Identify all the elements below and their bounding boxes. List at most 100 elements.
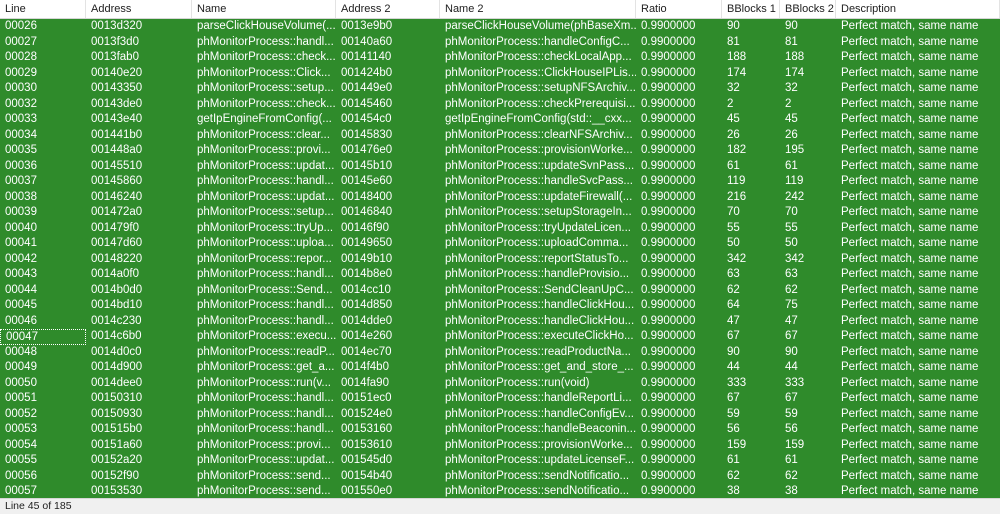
cell-address-2: 0014e260	[341, 330, 393, 342]
table-row[interactable]: 00042 00148220 phMonitorProcess::repor... 0…	[0, 251, 1000, 267]
cell-bblocks-1: 38	[727, 485, 740, 497]
cell-description: Perfect match, same name	[841, 485, 979, 497]
cell-name-2: phMonitorProcess::run(void)	[445, 376, 590, 389]
cell-ratio: 0.9900000	[641, 190, 696, 203]
cell-ratio: 0.9900000	[641, 221, 696, 234]
table-row[interactable]: 00047 0014c6b0 phMonitorProcess::execu... 0…	[0, 329, 1000, 345]
cell-name: parseClickHouseVolume(...	[197, 20, 336, 32]
cell-description: Perfect match, same name	[841, 268, 979, 280]
cell-address-2: 001524e0	[341, 407, 393, 420]
cell-line: 00057	[5, 485, 37, 497]
cell-name: phMonitorProcess::handl...	[197, 392, 334, 404]
table-row[interactable]: 00045 0014bd10 phMonitorProcess::handl... 0…	[0, 298, 1000, 314]
table-row[interactable]: 00056 00152f90 phMonitorProcess::send... 00…	[0, 468, 1000, 484]
cell-address-2: 00146f90	[341, 221, 389, 234]
cell-name-2: phMonitorProcess::tryUpdateLicen...	[445, 221, 632, 234]
cell-bblocks-1: 90	[727, 345, 740, 358]
cell-line: 00051	[5, 392, 37, 404]
table-row[interactable]: 00055 00152a20 phMonitorProcess::updat... 0…	[0, 453, 1000, 469]
table-row[interactable]: 00029 00140e20 phMonitorProcess::Click... 0…	[0, 65, 1000, 81]
column-header-name[interactable]: Name	[192, 0, 336, 18]
table-row[interactable]: 00043 0014a0f0 phMonitorProcess::handl... 0…	[0, 267, 1000, 283]
cell-description: Perfect match, same name	[841, 206, 979, 218]
column-header-description[interactable]: Description	[836, 0, 1000, 18]
cell-bblocks-2: 38	[785, 485, 798, 497]
cell-bblocks-2: 195	[785, 144, 805, 156]
table-row[interactable]: 00041 00147d60 phMonitorProcess::uploa... 0…	[0, 236, 1000, 252]
column-header-bblocks-1[interactable]: BBlocks 1	[722, 0, 780, 18]
cell-bblocks-1: 342	[727, 252, 747, 265]
table-body[interactable]: 00026 0013d320 parseClickHouseVolume(... 00…	[0, 19, 1000, 498]
table-row[interactable]: 00044 0014b0d0 phMonitorProcess::Send... 00…	[0, 282, 1000, 298]
column-header-address-2[interactable]: Address 2	[336, 0, 440, 18]
column-header-name-2[interactable]: Name 2	[440, 0, 636, 18]
cell-line: 00032	[5, 97, 37, 110]
cell-bblocks-2: 90	[785, 345, 798, 358]
cell-name: phMonitorProcess::handl...	[197, 299, 334, 311]
cell-address: 00147d60	[91, 237, 143, 249]
cell-name: phMonitorProcess::handl...	[197, 268, 334, 280]
cell-line: 00054	[5, 438, 37, 451]
column-header-line[interactable]: Line	[0, 0, 86, 18]
cell-name: phMonitorProcess::provi...	[197, 144, 331, 156]
table-row[interactable]: 00057 00153530 phMonitorProcess::send... 00…	[0, 484, 1000, 498]
cell-address: 001472a0	[91, 206, 143, 218]
table-row[interactable]: 00030 00143350 phMonitorProcess::setup... 0…	[0, 81, 1000, 97]
table-row[interactable]: 00027 0013f3d0 phMonitorProcess::handl... 0…	[0, 34, 1000, 50]
table-row[interactable]: 00048 0014d0c0 phMonitorProcess::readP... 0…	[0, 344, 1000, 360]
cell-name-2: phMonitorProcess::provisionWorke...	[445, 438, 633, 451]
cell-address: 0014a0f0	[91, 268, 139, 280]
cell-bblocks-2: 67	[785, 392, 798, 404]
table-row[interactable]: 00038 00146240 phMonitorProcess::updat... 0…	[0, 189, 1000, 205]
cell-line: 00053	[5, 423, 37, 435]
table-row[interactable]: 00026 0013d320 parseClickHouseVolume(... 00…	[0, 19, 1000, 35]
cell-name-2: getIpEngineFromConfig(std::__cxx...	[445, 113, 632, 125]
table-row[interactable]: 00040 001479f0 phMonitorProcess::tryUp... 0…	[0, 220, 1000, 236]
cell-name-2: phMonitorProcess::executeClickHo...	[445, 330, 634, 342]
column-header-bblocks-2[interactable]: BBlocks 2	[780, 0, 836, 18]
column-header-ratio[interactable]: Ratio	[636, 0, 722, 18]
cell-name-2: parseClickHouseVolume(phBaseXm...	[445, 20, 636, 32]
table-row[interactable]: 00046 0014c230 phMonitorProcess::handl... 0…	[0, 313, 1000, 329]
table-row[interactable]: 00053 001515b0 phMonitorProcess::handl... 0…	[0, 422, 1000, 438]
cell-address-2: 00141140	[341, 51, 392, 63]
cell-address: 00145860	[91, 175, 143, 187]
cell-bblocks-2: 75	[785, 299, 798, 311]
table-row[interactable]: 00032 00143de0 phMonitorProcess::check... 0…	[0, 96, 1000, 112]
table-row[interactable]: 00035 001448a0 phMonitorProcess::provi... 0…	[0, 143, 1000, 159]
cell-address-2: 0014cc10	[341, 283, 391, 296]
cell-address-2: 00145830	[341, 128, 393, 141]
cell-name: phMonitorProcess::clear...	[197, 128, 330, 141]
table-row[interactable]: 00037 00145860 phMonitorProcess::handl... 0…	[0, 174, 1000, 190]
table-row[interactable]: 00028 0013fab0 phMonitorProcess::check... 0…	[0, 50, 1000, 66]
cell-name-2: phMonitorProcess::updateFirewall(...	[445, 190, 633, 203]
cell-address: 0014d0c0	[91, 345, 142, 358]
cell-description: Perfect match, same name	[841, 35, 979, 48]
cell-description: Perfect match, same name	[841, 20, 979, 32]
cell-address: 00150310	[91, 392, 143, 404]
cell-ratio: 0.9900000	[641, 299, 696, 311]
table-row[interactable]: 00052 00150930 phMonitorProcess::handl... 0…	[0, 406, 1000, 422]
cell-name-2: phMonitorProcess::handleConfigC...	[445, 35, 630, 48]
table-row[interactable]: 00039 001472a0 phMonitorProcess::setup... 0…	[0, 205, 1000, 221]
table-row[interactable]: 00050 0014dee0 phMonitorProcess::run(v... 0…	[0, 375, 1000, 391]
cell-ratio: 0.9900000	[641, 454, 696, 466]
table-row[interactable]: 00051 00150310 phMonitorProcess::handl... 0…	[0, 391, 1000, 407]
table-row[interactable]: 00033 00143e40 getIpEngineFromConfig(... 00…	[0, 112, 1000, 128]
column-header-address[interactable]: Address	[86, 0, 192, 18]
table-row[interactable]: 00054 00151a60 phMonitorProcess::provi... 0…	[0, 437, 1000, 453]
cell-name: phMonitorProcess::readP...	[197, 345, 335, 358]
cell-bblocks-2: 44	[785, 361, 798, 373]
cell-name: phMonitorProcess::send...	[197, 485, 331, 497]
cell-bblocks-1: 67	[727, 392, 740, 404]
cell-line: 00039	[5, 206, 37, 218]
cell-name-2: phMonitorProcess::checkPrerequisi...	[445, 97, 636, 110]
table-row[interactable]: 00034 001441b0 phMonitorProcess::clear... 0…	[0, 127, 1000, 143]
results-table[interactable]: Line Address Name Address 2 Name 2 Ratio BBloc…	[0, 0, 1000, 498]
cell-ratio: 0.9900000	[641, 330, 696, 342]
cell-address: 0013d320	[91, 20, 143, 32]
cell-bblocks-1: 67	[727, 330, 740, 342]
table-row[interactable]: 00049 0014d900 phMonitorProcess::get_a... 0…	[0, 360, 1000, 376]
cell-description: Perfect match, same name	[841, 283, 979, 296]
table-row[interactable]: 00036 00145510 phMonitorProcess::updat... 0…	[0, 158, 1000, 174]
